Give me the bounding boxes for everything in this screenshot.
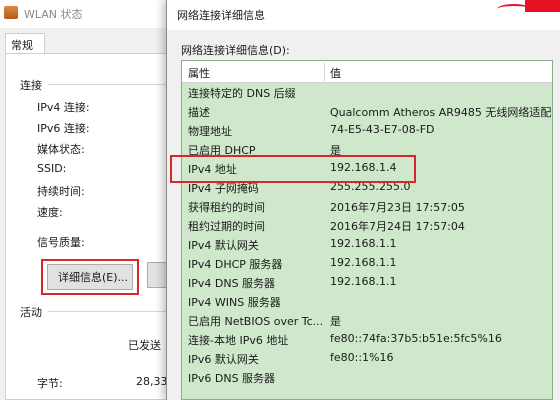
value-cell: Qualcomm Atheros AR9485 无线网络适配 bbox=[330, 106, 552, 119]
dialog-title: 网络连接详细信息 bbox=[177, 9, 265, 22]
column-header-value[interactable]: 值 bbox=[330, 65, 341, 81]
list-item[interactable]: 物理地址 74-E5-43-E7-08-FD bbox=[182, 121, 552, 140]
value-cell: 192.168.1.1 bbox=[330, 275, 397, 288]
bytes-label: 字节: bbox=[37, 377, 63, 390]
list-item[interactable]: 连接-本地 IPv6 地址 fe80::74fa:37b5:b51e:5fc5%… bbox=[182, 330, 552, 349]
list-item[interactable]: IPv4 DHCP 服务器 192.168.1.1 bbox=[182, 254, 552, 273]
property-cell: 连接特定的 DNS 后缀 bbox=[188, 87, 296, 100]
details-list[interactable]: 属性 值 连接特定的 DNS 后缀 描述 Qualcomm Atheros AR… bbox=[181, 60, 553, 400]
list-item[interactable]: 连接特定的 DNS 后缀 bbox=[182, 83, 552, 102]
property-cell: IPv4 DNS 服务器 bbox=[188, 277, 276, 290]
details-button-highlight: 详细信息(E)... bbox=[41, 259, 139, 295]
column-header-property[interactable]: 属性 bbox=[188, 65, 210, 81]
speed-label: 速度: bbox=[37, 206, 63, 219]
property-cell: IPv6 DNS 服务器 bbox=[188, 372, 276, 385]
property-cell: 连接-本地 IPv6 地址 bbox=[188, 334, 289, 347]
details-button[interactable]: 详细信息(E)... bbox=[47, 264, 133, 290]
property-cell: IPv4 DHCP 服务器 bbox=[188, 258, 283, 271]
ssid-label: SSID: bbox=[37, 162, 67, 175]
property-cell: 租约过期的时间 bbox=[188, 220, 265, 233]
column-divider[interactable] bbox=[324, 63, 325, 81]
list-item[interactable]: 已启用 NetBIOS over Tc... 是 bbox=[182, 311, 552, 330]
dialog-titlebar: 网络连接详细信息 bbox=[167, 0, 560, 30]
signal-quality-label: 信号质量: bbox=[37, 236, 85, 249]
wlan-titlebar: WLAN 状态 bbox=[0, 0, 170, 28]
property-cell: IPv4 WINS 服务器 bbox=[188, 296, 281, 309]
wifi-icon bbox=[4, 6, 18, 19]
list-header: 属性 值 bbox=[182, 61, 552, 83]
value-cell: 2016年7月23日 17:57:05 bbox=[330, 201, 465, 214]
value-cell: 是 bbox=[330, 315, 341, 328]
tab-general[interactable]: 常规 bbox=[5, 33, 45, 54]
property-cell: 描述 bbox=[188, 106, 210, 119]
ipv6-connection-label: IPv6 连接: bbox=[37, 122, 90, 135]
ipv4-address-highlight bbox=[170, 155, 416, 183]
list-item[interactable]: IPv4 WINS 服务器 bbox=[182, 292, 552, 311]
value-cell: fe80::74fa:37b5:b51e:5fc5%16 bbox=[330, 332, 502, 345]
sent-label: 已发送 bbox=[128, 339, 161, 352]
property-cell: 获得租约的时间 bbox=[188, 201, 265, 214]
activity-heading: 活动 bbox=[20, 306, 42, 319]
value-cell: 192.168.1.1 bbox=[330, 256, 397, 269]
value-cell: 74-E5-43-E7-08-FD bbox=[330, 123, 435, 136]
list-item[interactable]: IPv4 DNS 服务器 192.168.1.1 bbox=[182, 273, 552, 292]
property-cell: 物理地址 bbox=[188, 125, 232, 138]
list-item[interactable]: 租约过期的时间 2016年7月24日 17:57:04 bbox=[182, 216, 552, 235]
network-details-dialog: 网络连接详细信息 网络连接详细信息(D): 属性 值 连接特定的 DNS 后缀 … bbox=[166, 0, 560, 400]
value-cell: 2016年7月24日 17:57:04 bbox=[330, 220, 465, 233]
list-item[interactable]: IPv6 DNS 服务器 bbox=[182, 368, 552, 387]
property-cell: 已启用 NetBIOS over Tc... bbox=[188, 315, 324, 328]
property-cell: IPv4 默认网关 bbox=[188, 239, 259, 252]
property-cell: IPv6 默认网关 bbox=[188, 353, 259, 366]
close-button[interactable] bbox=[525, 0, 560, 12]
value-cell: 192.168.1.1 bbox=[330, 237, 397, 250]
list-item[interactable]: 获得租约的时间 2016年7月23日 17:57:05 bbox=[182, 197, 552, 216]
list-item[interactable]: IPv6 默认网关 fe80::1%16 bbox=[182, 349, 552, 368]
details-list-label: 网络连接详细信息(D): bbox=[181, 44, 290, 57]
wlan-window-title: WLAN 状态 bbox=[24, 8, 83, 21]
duration-label: 持续时间: bbox=[37, 185, 85, 198]
connection-heading: 连接 bbox=[20, 79, 42, 92]
list-item[interactable]: IPv4 默认网关 192.168.1.1 bbox=[182, 235, 552, 254]
media-state-label: 媒体状态: bbox=[37, 143, 85, 156]
ipv4-connection-label: IPv4 连接: bbox=[37, 101, 90, 114]
value-cell: fe80::1%16 bbox=[330, 351, 394, 364]
list-item[interactable]: 描述 Qualcomm Atheros AR9485 无线网络适配 bbox=[182, 102, 552, 121]
